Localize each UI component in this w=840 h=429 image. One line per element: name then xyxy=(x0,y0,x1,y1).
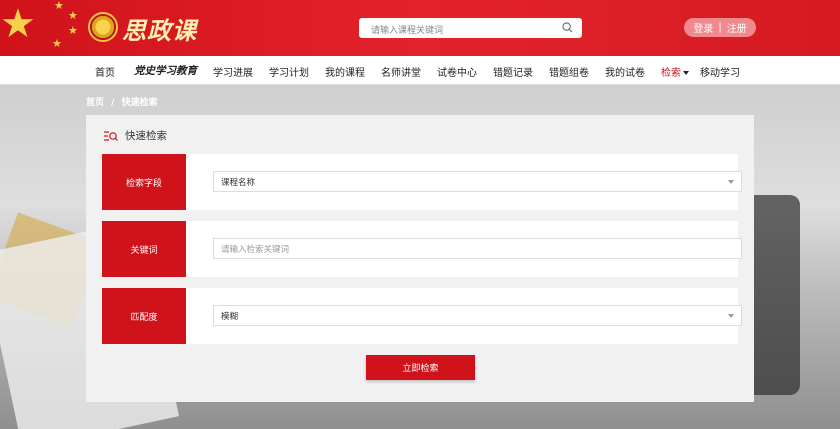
search-icon[interactable] xyxy=(562,22,573,33)
nav-item-my-exams[interactable]: 我的试卷 xyxy=(605,64,645,79)
nav-item-search[interactable]: 检索 xyxy=(661,64,689,79)
breadcrumb-separator: / xyxy=(111,98,115,108)
keyword-label: 关键词 xyxy=(102,221,186,277)
breadcrumb: 首页 / 快速检索 xyxy=(86,95,162,108)
match-label: 匹配度 xyxy=(102,288,186,344)
flag-star-small-icon: ★ xyxy=(54,0,64,12)
nav-item-wrong-records[interactable]: 错题记录 xyxy=(493,64,533,79)
nav-item-home[interactable]: 首页 xyxy=(95,64,115,79)
search-field-value: 课程名称 xyxy=(221,177,256,188)
panel-title: 快速检索 xyxy=(125,130,167,142)
site-header: ★ ★ ★ ★ ★ 思政课 登录 | 注册 xyxy=(0,0,840,56)
nav-item-plan[interactable]: 学习计划 xyxy=(269,64,309,79)
nav-item-party-history[interactable]: 党史学习教育 xyxy=(134,63,197,78)
flag-star-small-icon: ★ xyxy=(52,37,62,50)
auth-separator: | xyxy=(718,22,722,33)
flag-star-small-icon: ★ xyxy=(68,24,78,37)
breadcrumb-current: 快速检索 xyxy=(121,98,158,108)
national-emblem-icon xyxy=(88,12,118,42)
brand-title[interactable]: 思政课 xyxy=(122,11,197,46)
search-submit-button[interactable]: 立即检索 xyxy=(366,355,475,380)
login-button[interactable]: 登录 xyxy=(693,20,713,35)
nav-item-search-label: 检索 xyxy=(661,68,681,79)
match-row: 匹配度 模糊 xyxy=(102,288,742,344)
keyword-row: 关键词 请输入检索关键词 xyxy=(102,221,742,277)
panel-header: 快速检索 xyxy=(104,128,167,143)
nav-item-my-courses[interactable]: 我的课程 xyxy=(325,64,365,79)
search-box xyxy=(359,18,582,41)
search-input[interactable] xyxy=(359,21,549,41)
register-button[interactable]: 注册 xyxy=(727,20,747,35)
chevron-down-icon xyxy=(683,71,689,75)
search-field-row: 检索字段 课程名称 xyxy=(102,154,742,210)
keyword-input[interactable]: 请输入检索关键词 xyxy=(213,238,742,259)
nav-item-progress[interactable]: 学习进展 xyxy=(213,64,253,79)
nav-item-wrong-compose[interactable]: 错题组卷 xyxy=(549,64,589,79)
breadcrumb-home[interactable]: 首页 xyxy=(86,98,104,108)
search-field-label: 检索字段 xyxy=(102,154,186,210)
nav-item-mobile[interactable]: 移动学习 xyxy=(700,64,740,79)
chevron-down-icon xyxy=(728,314,734,318)
nav-item-exam-center[interactable]: 试卷中心 xyxy=(437,64,477,79)
match-select[interactable]: 模糊 xyxy=(213,305,742,326)
nav-item-lectures[interactable]: 名师讲堂 xyxy=(381,64,421,79)
search-list-icon xyxy=(104,130,118,141)
quick-search-panel: 快速检索 检索字段 课程名称 关键词 请输入检索关键词 匹配度 模糊 立即检索 xyxy=(86,115,754,402)
flag-star-small-icon: ★ xyxy=(68,9,78,22)
main-nav: 首页 党史学习教育 学习进展 学习计划 我的课程 名师讲堂 试卷中心 错题记录 … xyxy=(0,56,840,85)
match-value: 模糊 xyxy=(221,311,239,322)
flag-star-large-icon: ★ xyxy=(0,1,36,47)
chevron-down-icon xyxy=(728,180,734,184)
search-field-select[interactable]: 课程名称 xyxy=(213,171,742,192)
auth-buttons: 登录 | 注册 xyxy=(684,18,756,37)
